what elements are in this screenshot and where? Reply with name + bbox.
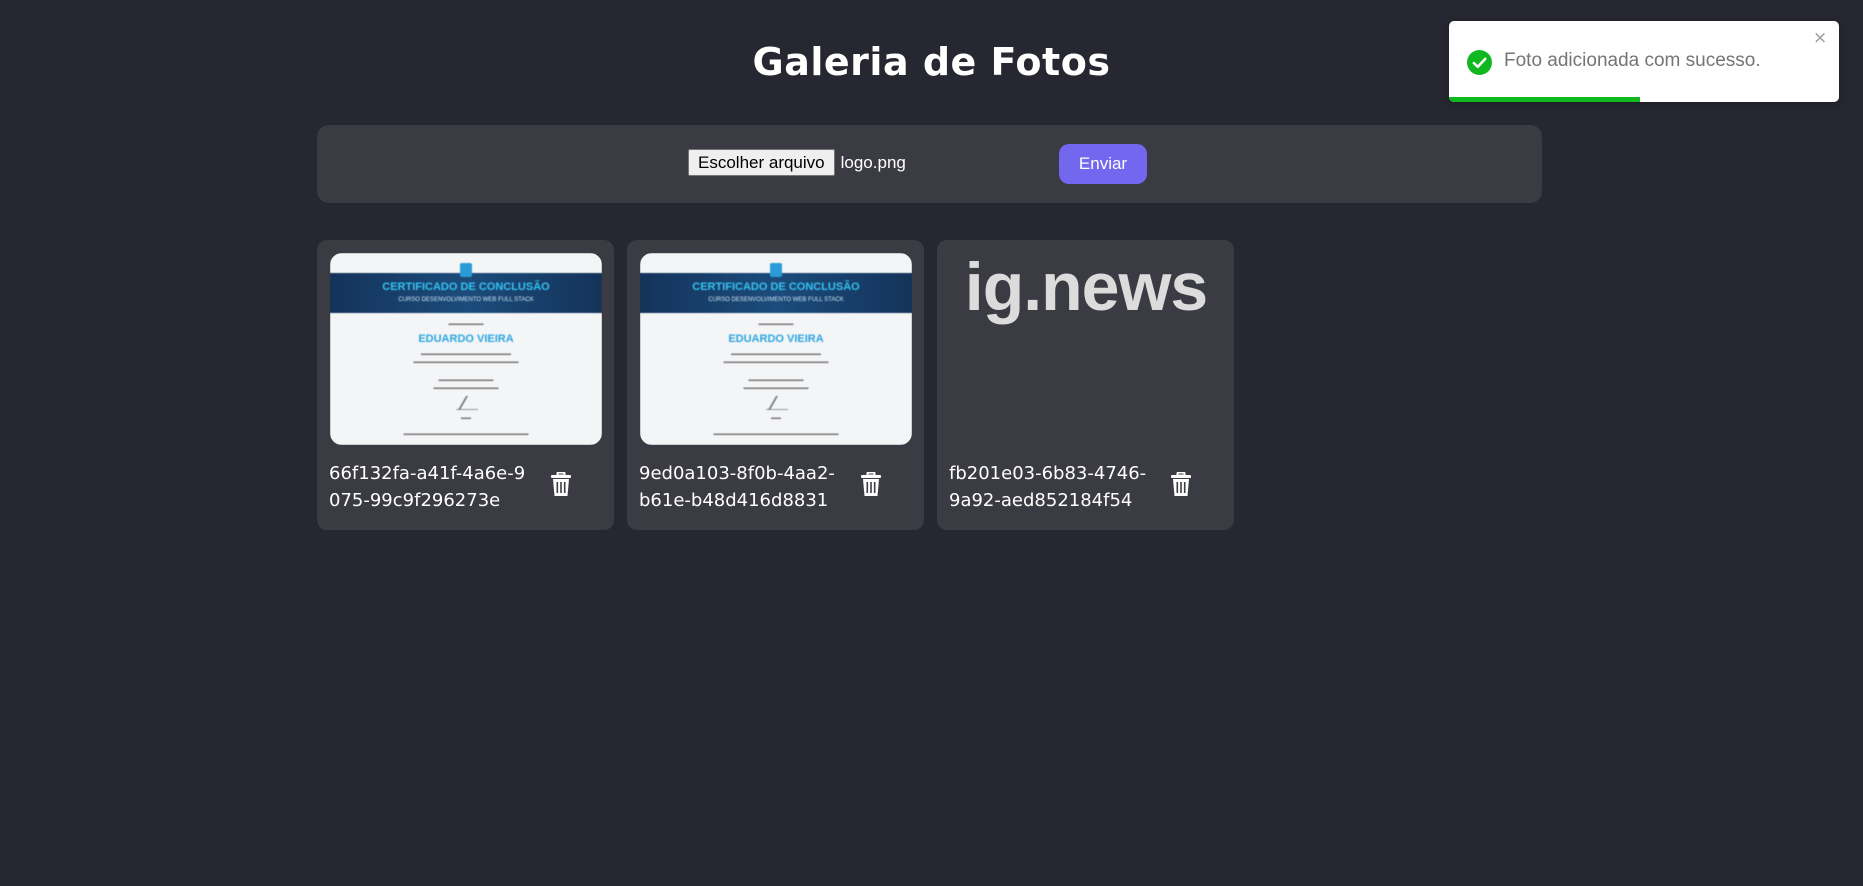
choose-file-button[interactable]: Escolher arquivo xyxy=(688,149,835,176)
toast-progress-bar xyxy=(1449,97,1641,102)
check-circle-icon xyxy=(1467,50,1492,75)
certificate-name: EDUARDO VIEIRA xyxy=(418,333,514,345)
upload-form: Escolher arquivo logo.png Enviar xyxy=(317,125,1542,203)
certificate-image: CERTIFICADO DE CONCLUSÃO CURSO DESENVOLV… xyxy=(330,253,602,445)
delete-button[interactable] xyxy=(859,471,883,497)
send-button[interactable]: Enviar xyxy=(1059,144,1147,184)
photo-card: ig.news fb201e03-6b83-4746-9a92-aed85218… xyxy=(937,240,1234,530)
selected-file-name: logo.png xyxy=(840,152,906,172)
photo-id: 9ed0a103-8f0b-4aa2-b61e-b48d416d8831 xyxy=(639,463,835,511)
toast-message: Foto adicionada com sucesso. xyxy=(1504,50,1761,71)
trash-icon xyxy=(861,472,881,496)
certificate-name: EDUARDO VIEIRA xyxy=(728,333,824,345)
certificate-title: CERTIFICADO DE CONCLUSÃO xyxy=(692,281,860,293)
certificate-image: CERTIFICADO DE CONCLUSÃO CURSO DESENVOLV… xyxy=(640,253,912,445)
close-icon[interactable]: × xyxy=(1813,30,1827,47)
trash-icon xyxy=(1171,472,1191,496)
certificate-subtitle: CURSO DESENVOLVIMENTO WEB FULL STACK xyxy=(708,297,844,303)
photo-id: 66f132fa-a41f-4a6e-9075-99c9f296273e xyxy=(329,463,526,511)
trash-icon xyxy=(551,472,571,496)
photo-thumbnail: ig.news xyxy=(950,253,1222,445)
certificate-subtitle: CURSO DESENVOLVIMENTO WEB FULL STACK xyxy=(398,297,534,303)
certificate-title: CERTIFICADO DE CONCLUSÃO xyxy=(382,281,550,293)
delete-button[interactable] xyxy=(1169,471,1193,497)
logo-image: ig.news xyxy=(964,253,1208,325)
photo-id: fb201e03-6b83-4746-9a92-aed852184f54 xyxy=(949,463,1147,511)
photo-thumbnail: CERTIFICADO DE CONCLUSÃO CURSO DESENVOLV… xyxy=(330,253,602,445)
file-input[interactable]: Escolher arquivo logo.png xyxy=(688,149,906,176)
photo-card: CERTIFICADO DE CONCLUSÃO CURSO DESENVOLV… xyxy=(317,240,614,530)
delete-button[interactable] xyxy=(549,471,573,497)
photo-card: CERTIFICADO DE CONCLUSÃO CURSO DESENVOLV… xyxy=(627,240,924,530)
photo-thumbnail: CERTIFICADO DE CONCLUSÃO CURSO DESENVOLV… xyxy=(640,253,912,445)
success-toast[interactable]: Foto adicionada com sucesso. × xyxy=(1449,21,1839,102)
